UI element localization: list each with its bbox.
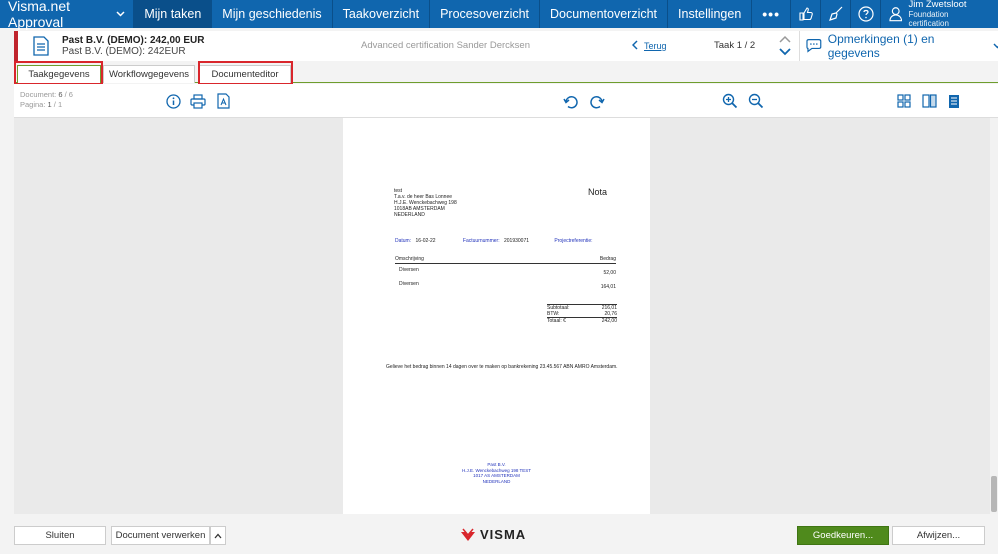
vat-label: BTW:	[547, 311, 560, 317]
line-amount: 52,00	[603, 270, 616, 276]
tab-workflowgegevens[interactable]: Workflowgegevens	[103, 65, 195, 83]
broom-icon[interactable]	[820, 0, 850, 28]
invoice-totals: Subtotaal: 216,01 BTW: 20,76 Totaal: €242,…	[547, 304, 617, 324]
invoice-value: 201930071	[504, 238, 530, 244]
nav-documentoverzicht[interactable]: Documentoverzicht	[540, 0, 669, 28]
vat-value: 20,76	[604, 311, 617, 317]
viewer-info: Document: 6 / 6 Pagina: 1 / 1	[20, 90, 73, 110]
split-view-icon[interactable]	[921, 93, 937, 109]
company-footer: Past B.V. H.J.E. Wenckebachweg 198 TEST …	[343, 462, 650, 484]
rotate-right-icon[interactable]	[589, 93, 605, 109]
zoom-out-icon[interactable]	[748, 93, 764, 109]
back-label: Terug	[644, 41, 667, 51]
invoice-lines: Omschrijving Bedrag Diversen 52,00 Diver…	[395, 256, 616, 290]
chevron-down-icon	[116, 9, 125, 20]
chevron-left-icon	[631, 39, 638, 53]
invoice-meta: Datum: 16-02-22 Factuurnummer: 201930071…	[395, 238, 625, 244]
grid-view-icon[interactable]	[896, 93, 912, 109]
invoice-line: Diversen 164,01	[399, 281, 616, 290]
user-icon	[889, 7, 903, 22]
info-icon[interactable]	[165, 93, 181, 109]
col-description: Omschrijving	[395, 256, 424, 262]
total-label: Totaal: €	[547, 318, 566, 324]
top-navigation-bar: Visma.net Approval Mijn taken Mijn gesch…	[0, 0, 998, 30]
doc-total: / 6	[64, 90, 73, 99]
payment-note: Gelieve het bedrag binnen 14 dagen over …	[386, 364, 618, 370]
task-header: Past B.V. (DEMO): 242,00 EUR Past B.V. (…	[14, 31, 998, 61]
nav-mijn-taken[interactable]: Mijn taken	[134, 0, 213, 28]
brand-name: VISMA	[480, 527, 527, 542]
task-counter: Taak 1 / 2	[714, 40, 756, 51]
tab-taakgegevens[interactable]: Taakgegevens	[17, 65, 101, 83]
page-total: / 1	[53, 100, 63, 109]
doc-label: Document:	[20, 90, 57, 99]
doc-current: 6	[58, 90, 63, 99]
document-page: test T.a.v. de heer Bas Lonnee H.J.E. We…	[343, 118, 650, 514]
chevron-down-icon[interactable]	[779, 47, 791, 57]
app-switcher[interactable]: Visma.net Approval	[0, 0, 135, 30]
certification-label: Advanced certification Sander Dercksen	[361, 40, 530, 51]
user-name: Jim Zwetsloot	[908, 0, 967, 10]
nav-mijn-geschiedenis[interactable]: Mijn geschiedenis	[212, 0, 333, 28]
remarks-toggle[interactable]: Opmerkingen (1) en gegevens	[799, 31, 998, 61]
visma-mark-icon	[461, 528, 475, 541]
tab-documenteditor[interactable]: Documenteditor	[199, 65, 291, 83]
col-amount: Bedrag	[599, 256, 616, 262]
project-label: Projectreferentie:	[554, 238, 593, 244]
page-current: 1	[47, 100, 52, 109]
remarks-label: Opmerkingen (1) en gegevens	[827, 32, 935, 60]
nav-instellingen[interactable]: Instellingen	[668, 0, 753, 28]
viewer-toolbar: Document: 6 / 6 Pagina: 1 / 1	[14, 84, 998, 118]
app-title: Visma.net Approval	[8, 0, 70, 30]
comment-icon	[806, 39, 822, 53]
user-menu[interactable]: Jim Zwetsloot Foundation certification	[880, 0, 998, 28]
document-icon	[26, 36, 56, 56]
visma-logo: VISMA	[460, 527, 526, 542]
pdf-download-icon[interactable]	[215, 93, 231, 109]
task-title: Past B.V. (DEMO): 242,00 EUR	[62, 35, 205, 46]
address-line: NEDERLAND	[394, 212, 425, 218]
user-role: Foundation certification	[908, 10, 949, 28]
help-icon[interactable]	[850, 0, 880, 28]
chevron-up-icon	[214, 533, 222, 538]
single-page-icon[interactable]	[946, 93, 962, 109]
close-button[interactable]: Sluiten	[14, 526, 106, 545]
approve-button[interactable]: Goedkeuren...	[797, 526, 889, 545]
line-amount: 164,01	[600, 284, 616, 290]
viewer-scrollbar[interactable]	[990, 118, 998, 514]
date-label: Datum:	[395, 238, 412, 244]
more-menu-button[interactable]: •••	[752, 0, 790, 28]
nav-procesoverzicht[interactable]: Procesoverzicht	[430, 0, 541, 28]
tab-bar: Taakgegevens Workflowgegevens Documented…	[14, 63, 998, 83]
chevron-down-icon	[993, 43, 998, 49]
document-viewer: Document: 6 / 6 Pagina: 1 / 1 test T.a.v…	[14, 84, 998, 514]
nav-taakoverzicht[interactable]: Taakoverzicht	[333, 0, 431, 28]
recipient-address: test T.a.v. de heer Bas Lonnee H.J.E. We…	[394, 188, 457, 218]
print-icon[interactable]	[190, 93, 206, 109]
line-description: Diversen	[399, 267, 419, 273]
invoice-line: Diversen 52,00	[399, 267, 616, 276]
rotate-left-icon[interactable]	[563, 93, 579, 109]
chevron-up-icon[interactable]	[779, 34, 791, 44]
page-label: Pagina:	[20, 100, 46, 109]
process-document-button[interactable]: Document verwerken	[111, 526, 210, 545]
scrollbar-thumb[interactable]	[991, 476, 997, 512]
footer-line: NEDERLAND	[482, 478, 511, 484]
date-value: 16-02-22	[415, 238, 436, 244]
zoom-in-icon[interactable]	[722, 93, 738, 109]
document-heading: Nota	[588, 187, 608, 197]
line-description: Diversen	[399, 281, 419, 287]
total-value: 242,00	[601, 318, 617, 324]
back-link[interactable]: Terug	[631, 39, 667, 53]
task-subtitle: Past B.V. (DEMO): 242EUR	[62, 46, 186, 57]
reject-button[interactable]: Afwijzen...	[892, 526, 985, 545]
process-menu-button[interactable]	[210, 526, 226, 545]
thumbs-icon[interactable]	[790, 0, 820, 28]
invoice-label: Factuurnummer:	[462, 238, 500, 244]
